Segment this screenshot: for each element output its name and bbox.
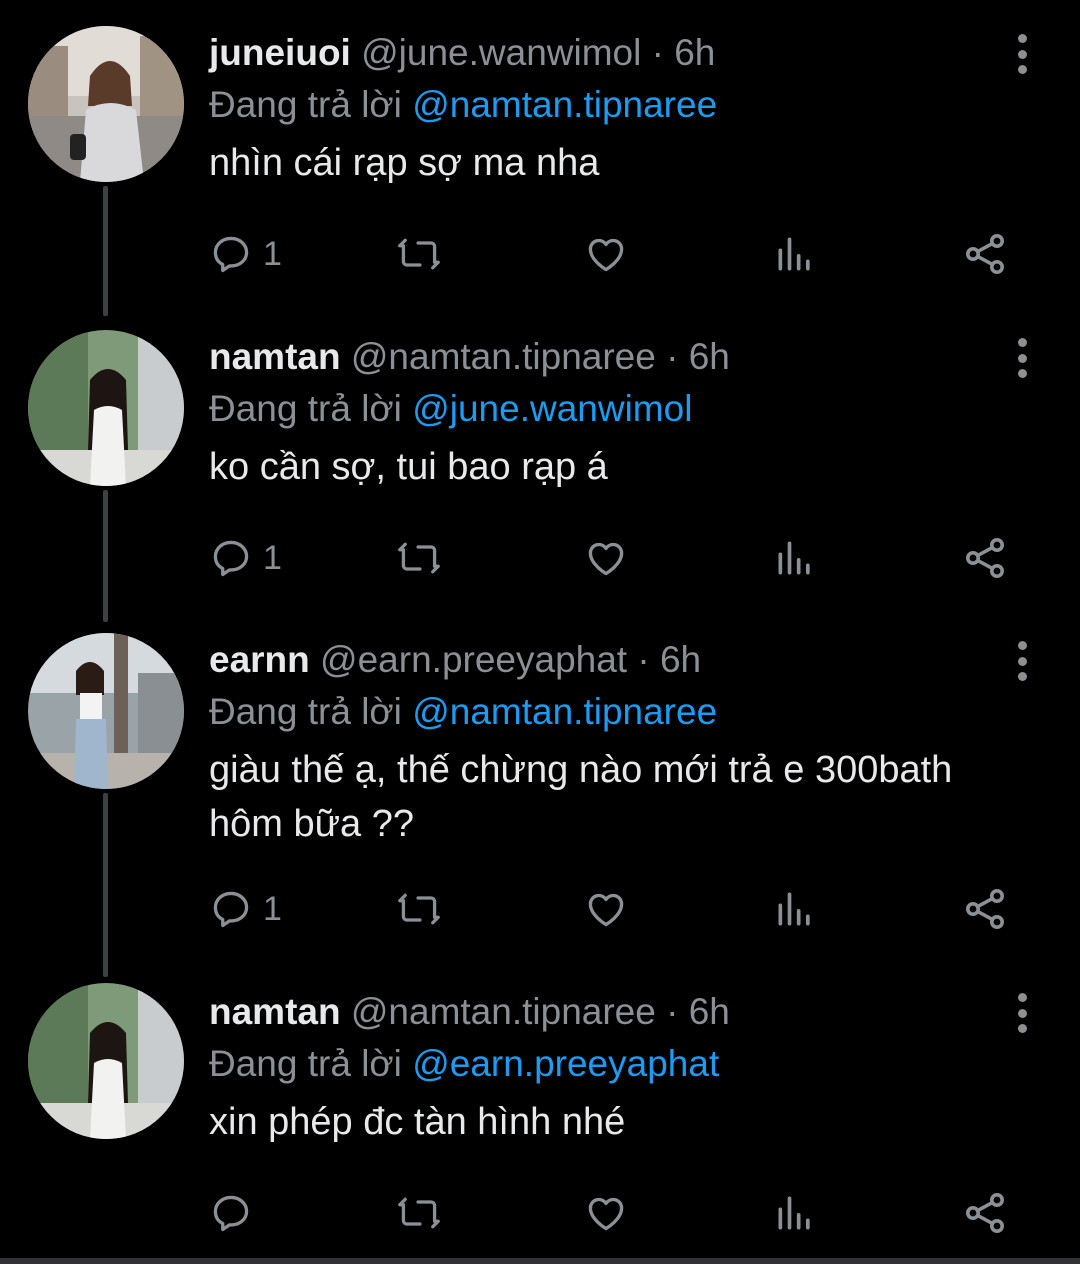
- like-icon: [588, 542, 624, 576]
- avatar[interactable]: [28, 26, 184, 182]
- views-button[interactable]: [773, 1189, 817, 1237]
- user-handle[interactable]: @namtan.tipnaree: [351, 991, 656, 1032]
- display-name[interactable]: namtan: [209, 336, 341, 377]
- separator: ·: [666, 991, 679, 1032]
- display-name[interactable]: namtan: [209, 991, 341, 1032]
- mention-link[interactable]: @namtan.tipnaree: [412, 691, 717, 732]
- reply-icon: [213, 1195, 249, 1232]
- separator: ·: [637, 639, 650, 680]
- reply-button[interactable]: 1: [209, 885, 282, 933]
- tweet-text: nhìn cái rạp sợ ma nha: [209, 142, 600, 184]
- mention-link[interactable]: @earn.preeyaphat: [412, 1043, 719, 1084]
- tweet[interactable]: juneiuoi @june.wanwimol · 6h Đang trả lờ…: [0, 0, 1080, 310]
- display-name[interactable]: juneiuoi: [209, 32, 351, 73]
- replying-to: Đang trả lời @namtan.tipnaree: [209, 82, 1020, 128]
- views-icon: [778, 1196, 810, 1230]
- separator: ·: [651, 32, 664, 73]
- reply-icon: [213, 891, 249, 928]
- tweet-text-line: hôm bữa ??: [209, 803, 415, 845]
- like-button[interactable]: [582, 534, 630, 582]
- avatar[interactable]: [28, 983, 184, 1139]
- views-button[interactable]: [773, 534, 817, 582]
- share-button[interactable]: [961, 1189, 1009, 1237]
- views-icon: [778, 237, 810, 271]
- like-icon: [588, 1197, 624, 1231]
- retweet-icon: [398, 893, 440, 925]
- share-icon: [966, 1193, 1004, 1233]
- reply-button[interactable]: 1: [209, 534, 282, 582]
- tweet-text: ko cần sợ, tui bao rạp á: [209, 446, 608, 488]
- tweet-text: giàu thế ạ, thế chừng nào mới trả e 300b…: [209, 743, 1020, 851]
- share-button[interactable]: [961, 534, 1009, 582]
- views-button[interactable]: [773, 885, 817, 933]
- replying-to-label: Đang trả lời: [209, 84, 402, 125]
- tweet[interactable]: earnn @earn.preeyaphat · 6h Đang trả lời…: [0, 615, 1080, 973]
- retweet-icon: [398, 1197, 440, 1229]
- reply-count: 1: [263, 538, 282, 577]
- separator: ·: [666, 336, 679, 377]
- timestamp[interactable]: 6h: [660, 639, 701, 680]
- replying-to: Đang trả lời @earn.preeyaphat: [209, 1041, 1020, 1087]
- reply-icon: [213, 540, 249, 577]
- display-name[interactable]: earnn: [209, 639, 310, 680]
- tweet-text: xin phép đc tàn hình nhé: [209, 1101, 626, 1143]
- like-button[interactable]: [582, 1189, 630, 1237]
- replying-to: Đang trả lời @june.wanwimol: [209, 386, 1020, 432]
- tweet[interactable]: namtan @namtan.tipnaree · 6h Đang trả lờ…: [0, 973, 1080, 1258]
- retweet-button[interactable]: [395, 1189, 443, 1237]
- timestamp[interactable]: 6h: [689, 991, 730, 1032]
- tweet[interactable]: namtan @namtan.tipnaree · 6h Đang trả lờ…: [0, 310, 1080, 615]
- views-icon: [778, 892, 810, 926]
- mention-link[interactable]: @namtan.tipnaree: [412, 84, 717, 125]
- share-icon: [966, 234, 1004, 274]
- reply-button[interactable]: [209, 1189, 263, 1237]
- user-handle[interactable]: @namtan.tipnaree: [351, 336, 656, 377]
- replying-to-label: Đang trả lời: [209, 691, 402, 732]
- reply-count: 1: [263, 889, 282, 928]
- share-icon: [966, 889, 1004, 929]
- more-icon[interactable]: [1012, 993, 1032, 1033]
- timestamp[interactable]: 6h: [689, 336, 730, 377]
- more-icon[interactable]: [1012, 34, 1032, 74]
- timestamp[interactable]: 6h: [674, 32, 715, 73]
- replying-to-label: Đang trả lời: [209, 388, 402, 429]
- retweet-button[interactable]: [395, 534, 443, 582]
- more-icon[interactable]: [1012, 641, 1032, 681]
- retweet-button[interactable]: [395, 885, 443, 933]
- like-icon: [588, 893, 624, 927]
- views-icon: [778, 541, 810, 575]
- share-button[interactable]: [961, 230, 1009, 278]
- avatar[interactable]: [28, 633, 184, 789]
- share-icon: [966, 538, 1004, 578]
- retweet-button[interactable]: [395, 230, 443, 278]
- reply-count: 1: [263, 234, 282, 273]
- user-handle[interactable]: @june.wanwimol: [361, 32, 641, 73]
- mention-link[interactable]: @june.wanwimol: [412, 388, 692, 429]
- like-button[interactable]: [582, 885, 630, 933]
- replying-to-label: Đang trả lời: [209, 1043, 402, 1084]
- retweet-icon: [398, 542, 440, 574]
- tweet-text-line: giàu thế ạ, thế chừng nào mới trả e 300b…: [209, 749, 953, 791]
- replying-to: Đang trả lời @namtan.tipnaree: [209, 689, 1020, 735]
- user-handle[interactable]: @earn.preeyaphat: [320, 639, 627, 680]
- like-button[interactable]: [582, 230, 630, 278]
- bottom-divider: [0, 1258, 1080, 1264]
- like-icon: [588, 238, 624, 272]
- reply-button[interactable]: 1: [209, 230, 282, 278]
- retweet-icon: [398, 238, 440, 270]
- share-button[interactable]: [961, 885, 1009, 933]
- avatar[interactable]: [28, 330, 184, 486]
- more-icon[interactable]: [1012, 338, 1032, 378]
- views-button[interactable]: [773, 230, 817, 278]
- reply-icon: [213, 236, 249, 273]
